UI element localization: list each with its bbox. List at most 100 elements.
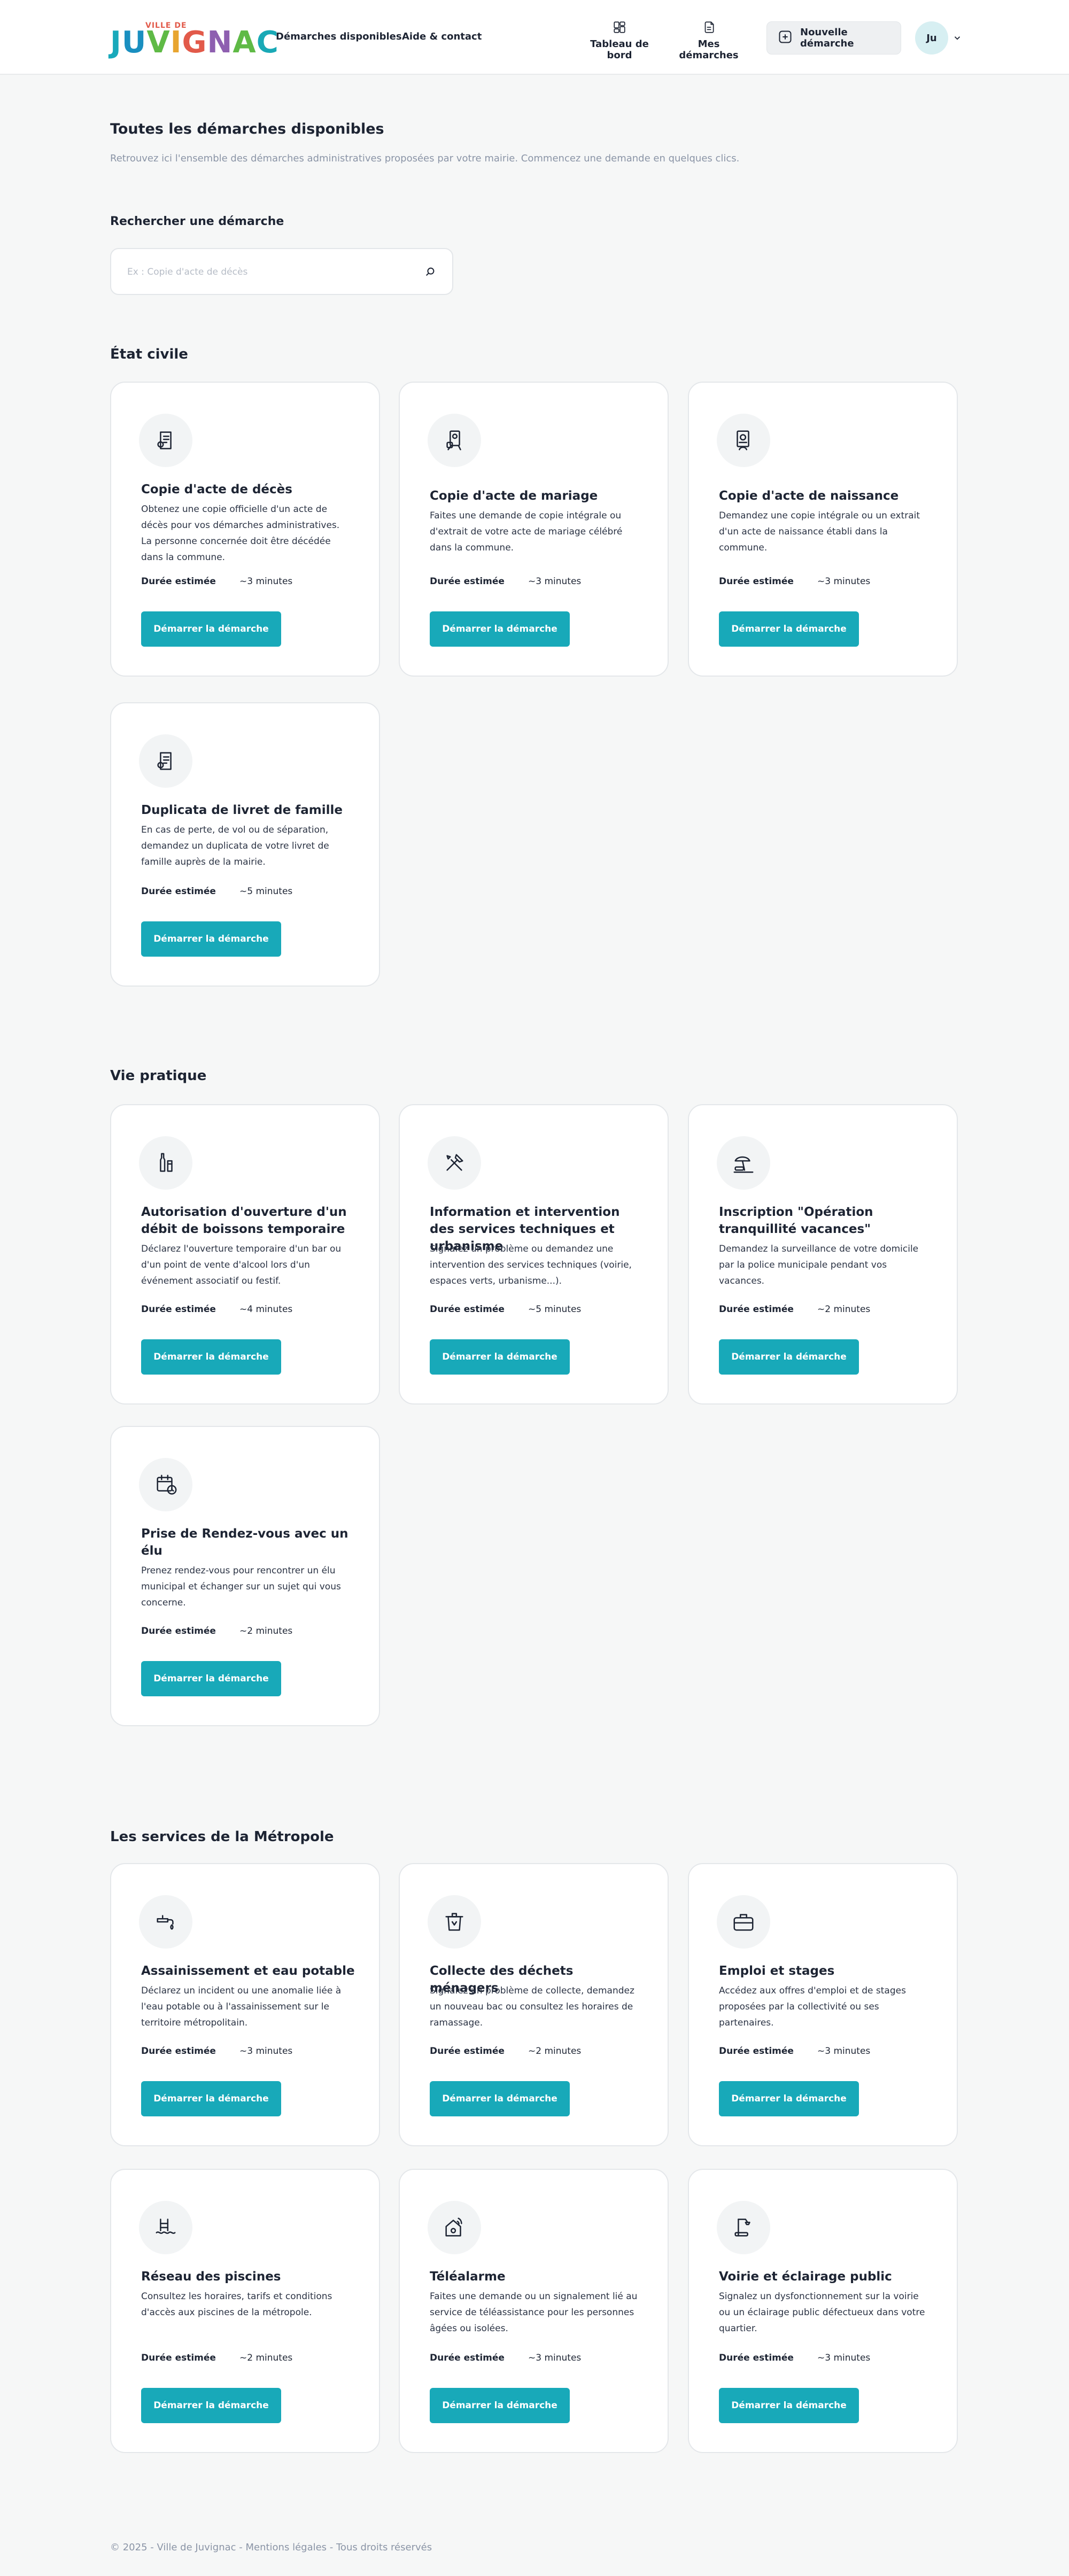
- nav-mes-demarches-label: Mes démarches: [679, 38, 739, 61]
- trash-bin-icon: [428, 1895, 481, 1949]
- card-description: Faites une demande de copie intégrale ou…: [430, 510, 623, 553]
- card-description: Accédez aux offres d'emploi et de stages…: [719, 1985, 906, 2028]
- start-demarche-button[interactable]: Démarrer la démarche: [430, 2388, 570, 2423]
- duration-label: Durée estimée: [141, 576, 216, 587]
- page-subtitle: Retrouvez ici l'ensemble des démarches a…: [110, 153, 740, 164]
- layout-grid-icon: [582, 20, 657, 34]
- duration-value: ~3 minutes: [817, 2046, 871, 2057]
- start-demarche-button[interactable]: Démarrer la démarche: [719, 1339, 859, 1375]
- duration-label: Durée estimée: [141, 1304, 216, 1315]
- section-title-etat-civil: État civile: [110, 346, 188, 362]
- drinks-icon: [139, 1136, 192, 1190]
- card-title: Voirie et éclairage public: [719, 2270, 892, 2284]
- card-title: Prise de Rendez-vous avec un élu: [141, 1527, 348, 1558]
- demarche-card: Information et intervention des services…: [399, 1104, 669, 1405]
- duration-value: ~5 minutes: [528, 1304, 582, 1315]
- start-demarche-button[interactable]: Démarrer la démarche: [430, 611, 570, 647]
- card-description: Signalez un problème de collecte, demand…: [430, 1985, 634, 2028]
- calendar-icon: [139, 1458, 192, 1511]
- duration-label: Durée estimée: [141, 2046, 216, 2057]
- card-title: Téléalarme: [430, 2270, 506, 2284]
- search-input[interactable]: [127, 262, 405, 282]
- card-title: Inscription "Opération tranquillité vaca…: [719, 1205, 873, 1236]
- new-demarche-button[interactable]: Nouvelle démarche: [766, 21, 901, 55]
- demarche-card: Copie d'acte de mariage Faites une demand…: [399, 382, 669, 677]
- demarche-card: Collecte des déchets ménagers Signalez un…: [399, 1863, 669, 2146]
- demarche-card: Copie d'acte de décès Obtenez une copie o…: [110, 382, 380, 677]
- card-description: En cas de perte, de vol ou de séparation…: [141, 825, 329, 867]
- start-demarche-button[interactable]: Démarrer la démarche: [141, 611, 281, 647]
- duration-value: ~5 minutes: [239, 886, 293, 897]
- start-demarche-button[interactable]: Démarrer la démarche: [430, 2081, 570, 2116]
- start-demarche-button[interactable]: Démarrer la démarche: [719, 611, 859, 647]
- duration-value: ~2 minutes: [528, 2046, 582, 2057]
- card-title: Réseau des piscines: [141, 2270, 281, 2284]
- card-title: Copie d'acte de décès: [141, 483, 292, 496]
- start-demarche-button[interactable]: Démarrer la démarche: [719, 2081, 859, 2116]
- card-description: Obtenez une copie officielle d'un acte d…: [141, 504, 340, 563]
- demarche-card: Assainissement et eau potable Déclarez un…: [110, 1863, 380, 2146]
- start-demarche-button[interactable]: Démarrer la démarche: [141, 1661, 281, 1696]
- card-title: Copie d'acte de naissance: [719, 489, 899, 503]
- card-description: Signalez un problème ou demandez une int…: [430, 1244, 632, 1286]
- search-icon[interactable]: [424, 266, 436, 280]
- new-demarche-label: Nouvelle démarche: [800, 27, 854, 49]
- briefcase-icon: [717, 1895, 770, 1949]
- duration-label: Durée estimée: [719, 576, 794, 587]
- nav-tableau-de-bord[interactable]: Tableau de bord: [582, 20, 657, 61]
- search-label: Rechercher une démarche: [110, 215, 284, 228]
- duration-label: Durée estimée: [141, 2353, 216, 2363]
- duration-label: Durée estimée: [430, 1304, 505, 1315]
- start-demarche-button[interactable]: Démarrer la démarche: [141, 921, 281, 957]
- demarche-card: Autorisation d'ouverture d'un débit de b…: [110, 1104, 380, 1405]
- demarche-card: Prise de Rendez-vous avec un élu Prenez r…: [110, 1426, 380, 1726]
- nav-mes-demarches[interactable]: Mes démarches: [671, 20, 746, 61]
- duration-value: ~3 minutes: [528, 576, 582, 587]
- chevron-down-icon[interactable]: [952, 33, 962, 45]
- start-demarche-button[interactable]: Démarrer la démarche: [141, 1339, 281, 1375]
- search-box: [110, 248, 453, 295]
- duration-value: ~3 minutes: [817, 2353, 871, 2363]
- user-avatar[interactable]: Ju: [915, 21, 948, 55]
- home-alarm-icon: [428, 2201, 481, 2254]
- duration-value: ~3 minutes: [239, 2046, 293, 2057]
- pool-icon: [139, 2201, 192, 2254]
- birth-certificate-icon: [717, 414, 770, 467]
- duration-value: ~4 minutes: [239, 1304, 293, 1315]
- start-demarche-button[interactable]: Démarrer la démarche: [141, 2388, 281, 2423]
- card-description: Déclarez un incident ou une anomalie lié…: [141, 1985, 342, 2028]
- card-description: Signalez un dysfonctionnement sur la voi…: [719, 2291, 925, 2334]
- page-title: Toutes les démarches disponibles: [110, 121, 384, 137]
- water-tap-icon: [139, 1895, 192, 1949]
- duration-value: ~3 minutes: [239, 576, 293, 587]
- logo-letter: U: [121, 25, 147, 60]
- card-title: Assainissement et eau potable: [141, 1964, 355, 1978]
- card-description: Consultez les horaires, tarifs et condit…: [141, 2291, 332, 2318]
- demarche-card: Emploi et stages Accédez aux offres d'emp…: [688, 1863, 958, 2146]
- duration-label: Durée estimée: [141, 886, 216, 897]
- demarche-card: Téléalarme Faites une demande ou un signa…: [399, 2169, 669, 2453]
- card-description: Demandez une copie intégrale ou un extra…: [719, 510, 920, 553]
- family-booklet-icon: [139, 734, 192, 788]
- start-demarche-button[interactable]: Démarrer la démarche: [141, 2081, 281, 2116]
- duration-label: Durée estimée: [719, 2353, 794, 2363]
- start-demarche-button[interactable]: Démarrer la démarche: [719, 2388, 859, 2423]
- duration-label: Durée estimée: [430, 2353, 505, 2363]
- duration-value: ~3 minutes: [817, 576, 871, 587]
- logo-letter: N: [207, 25, 233, 60]
- duration-value: ~2 minutes: [239, 2353, 293, 2363]
- section-title-metropole: Les services de la Métropole: [110, 1829, 334, 1845]
- nav-demarches-disponibles[interactable]: Démarches disponibles: [276, 31, 402, 42]
- plus-square-icon: [767, 29, 800, 47]
- death-certificate-icon: [139, 414, 192, 467]
- card-title: Copie d'acte de mariage: [430, 489, 598, 503]
- duration-label: Durée estimée: [430, 576, 505, 587]
- duration-value: ~2 minutes: [817, 1304, 871, 1315]
- logo[interactable]: VILLE DE JUVIGNAC: [110, 21, 278, 60]
- start-demarche-button[interactable]: Démarrer la démarche: [430, 1339, 570, 1375]
- duration-label: Durée estimée: [430, 2046, 505, 2057]
- logo-letter: G: [182, 25, 207, 60]
- nav-aide-contact[interactable]: Aide & contact: [402, 31, 482, 42]
- demarche-card: Voirie et éclairage public Signalez un dy…: [688, 2169, 958, 2453]
- logo-letter: A: [233, 25, 257, 60]
